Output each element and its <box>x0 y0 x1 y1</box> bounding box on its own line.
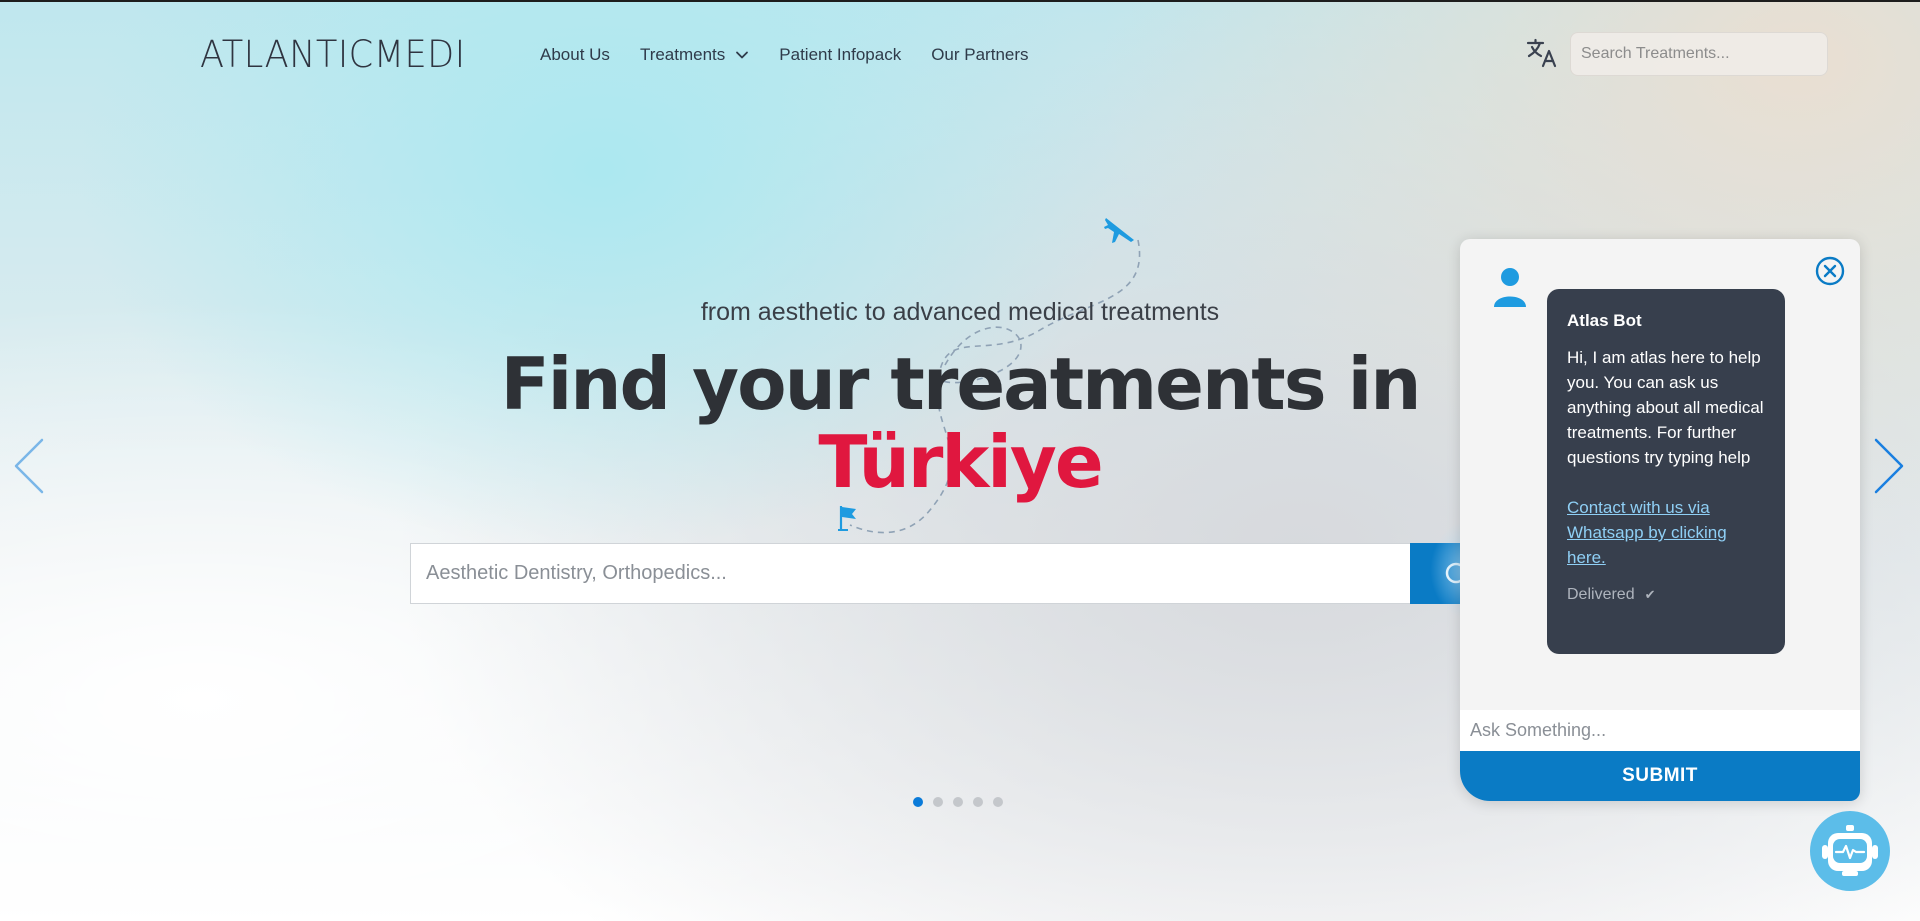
bot-message-text: Hi, I am atlas here to help you. You can… <box>1567 348 1764 467</box>
main-nav: About Us Treatments Patient Infopack Our… <box>540 40 1059 70</box>
chat-widget: Atlas Bot Hi, I am atlas here to help yo… <box>1460 239 1860 801</box>
nav-our-partners[interactable]: Our Partners <box>931 45 1028 65</box>
hero-search <box>410 543 1510 604</box>
robot-icon <box>1822 825 1878 876</box>
carousel-dot-1[interactable] <box>913 797 923 807</box>
message-status: Delivered ✔ <box>1567 586 1765 604</box>
hero-title-line1: Find your treatments in <box>500 342 1421 426</box>
nav-treatments-label: Treatments <box>639 45 726 64</box>
nav-treatments[interactable]: Treatments <box>640 45 749 65</box>
chat-submit-button[interactable]: SUBMIT <box>1460 751 1860 801</box>
site-logo[interactable]: ATLANTICMEDI <box>200 30 466 80</box>
carousel-dot-3[interactable] <box>953 797 963 807</box>
bot-message-bubble: Atlas Bot Hi, I am atlas here to help yo… <box>1547 289 1785 654</box>
check-icon: ✔ <box>1644 587 1656 602</box>
nav-about-us[interactable]: About Us <box>540 45 610 65</box>
bot-name: Atlas Bot <box>1567 311 1642 330</box>
carousel-dot-5[interactable] <box>993 797 1003 807</box>
chatbot-toggle-button[interactable] <box>1810 811 1890 891</box>
chevron-down-icon <box>736 51 749 59</box>
nav-our-partners-label: Our Partners <box>931 45 1029 64</box>
hero-search-input[interactable] <box>410 543 1410 604</box>
carousel-next-arrow[interactable] <box>1872 436 1906 496</box>
whatsapp-contact-link[interactable]: Contact with us via Whatsapp by clicking… <box>1567 495 1765 570</box>
translate-icon[interactable] <box>1525 36 1559 70</box>
airplane-icon <box>1104 218 1134 243</box>
carousel-dots <box>913 797 1013 807</box>
nav-patient-infopack-label: Patient Infopack <box>779 45 902 64</box>
close-circle-icon[interactable] <box>1815 256 1845 286</box>
flag-icon <box>838 506 856 531</box>
carousel-dot-4[interactable] <box>973 797 983 807</box>
chat-message-input[interactable] <box>1460 710 1860 751</box>
nav-about-us-label: About Us <box>540 45 610 64</box>
message-status-text: Delivered <box>1567 586 1635 603</box>
user-icon <box>1494 268 1526 307</box>
nav-patient-infopack[interactable]: Patient Infopack <box>779 45 901 65</box>
treatments-search-input[interactable] <box>1570 32 1828 76</box>
carousel-dot-2[interactable] <box>933 797 943 807</box>
carousel-prev-arrow[interactable] <box>12 436 46 496</box>
top-border <box>0 0 1920 2</box>
